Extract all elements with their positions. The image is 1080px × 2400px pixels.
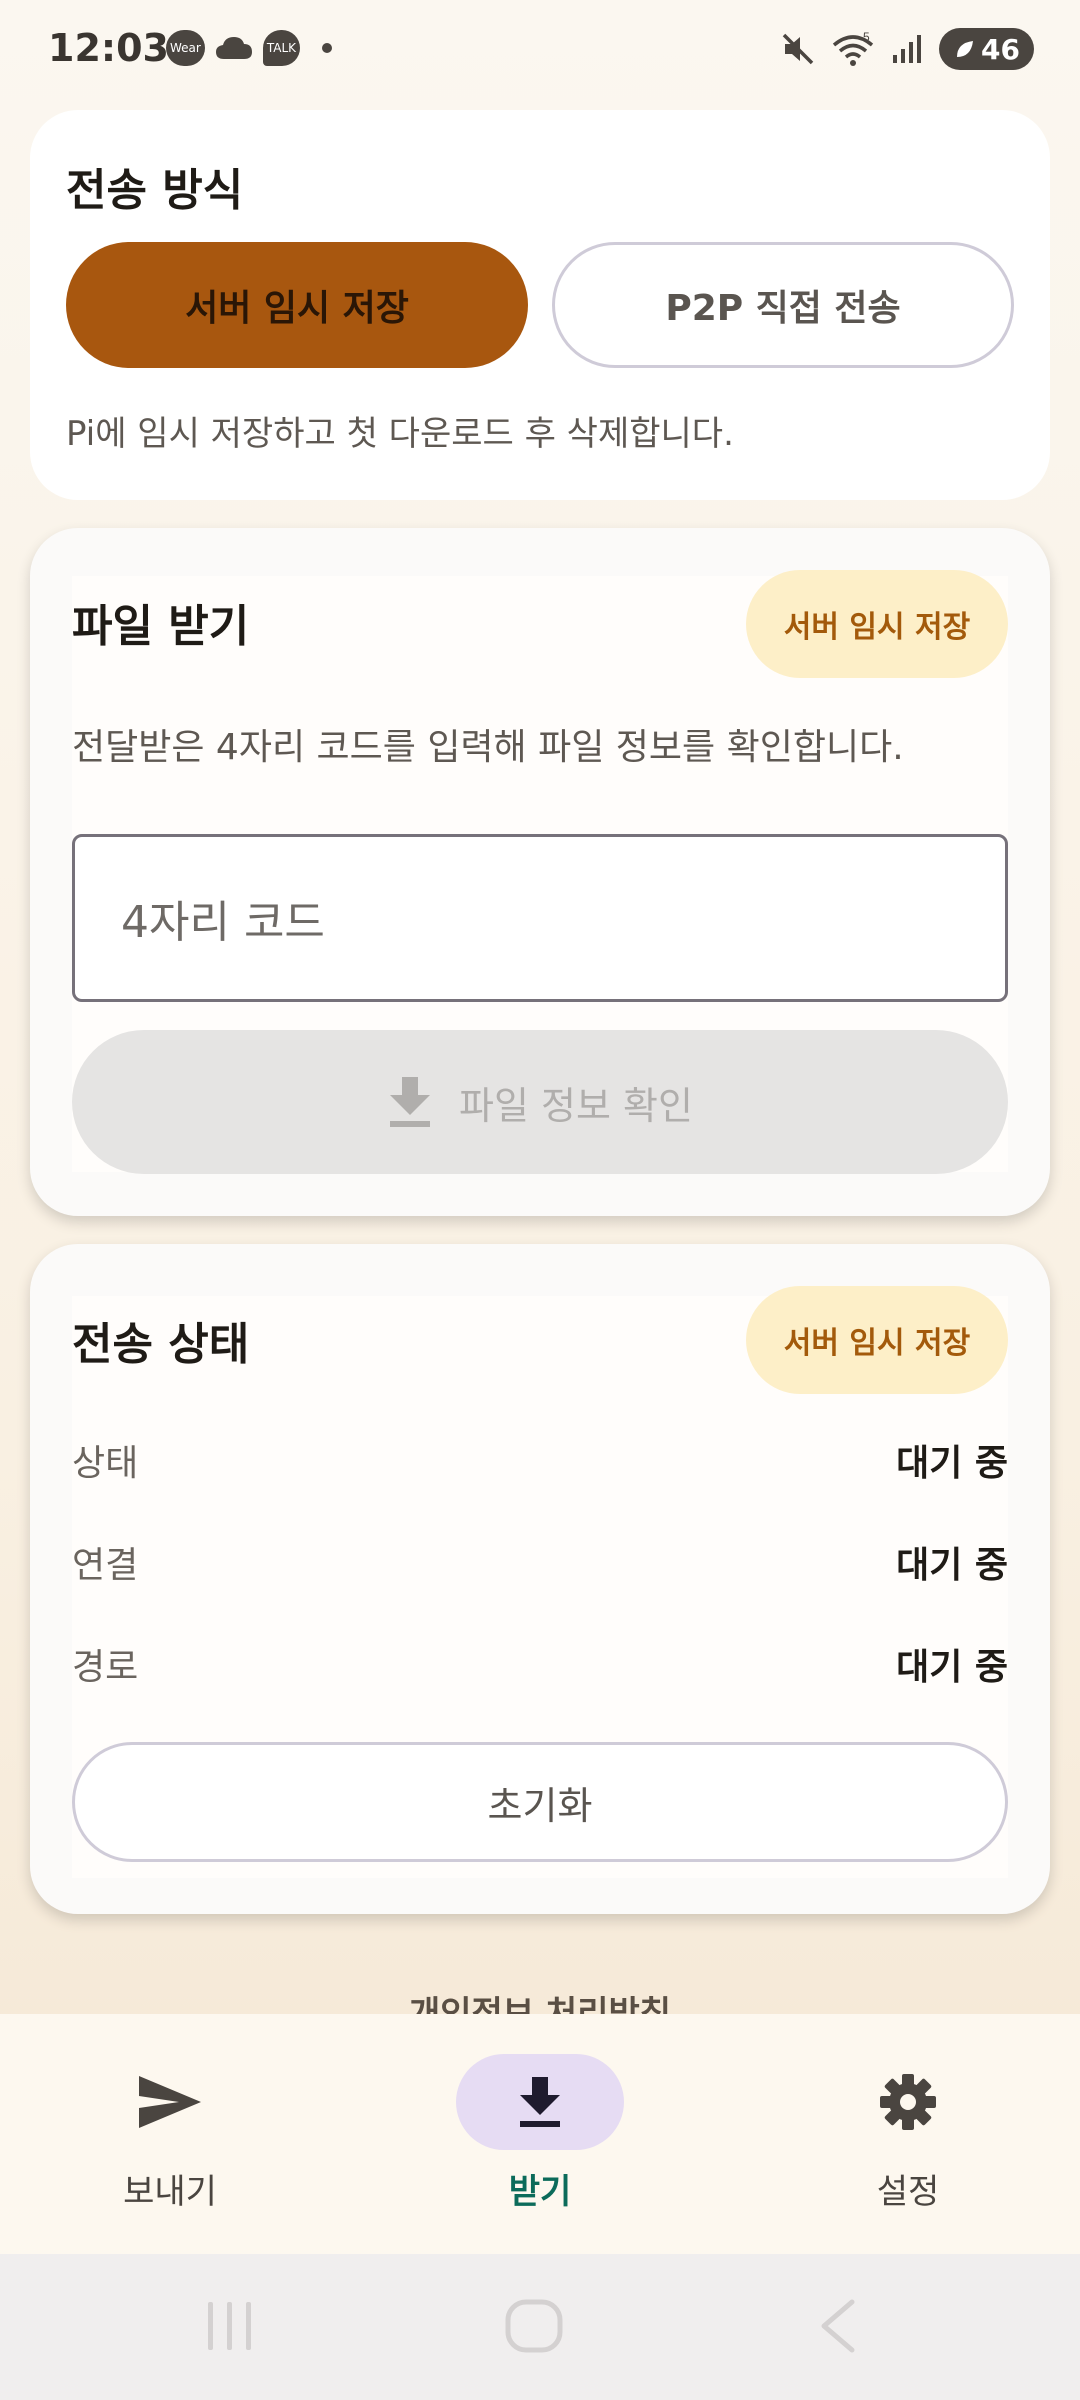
nav-send[interactable]: 보내기 [70,2054,270,2213]
svg-text:5: 5 [863,31,870,44]
status-row-value: 대기 중 [896,1443,1008,1484]
code-input-placeholder: 4자리 코드 [121,897,325,948]
nav-receive-icon-wrap [456,2054,624,2150]
nav-send-label: 보내기 [123,2172,217,2212]
system-icons: 5 46 [781,28,1034,70]
transfer-method-card: 전송 방식 서버 임시 저장 P2P 직접 전송 Pi에 임시 저장하고 첫 다… [30,110,1050,500]
transfer-method-title: 전송 방식 [66,165,244,216]
transfer-status-card: 전송 상태 서버 임시 저장 상태 대기 중 연결 대기 중 경로 대기 중 초… [30,1244,1050,1914]
route-row-value: 대기 중 [896,1647,1008,1688]
notification-icons: Wear TALK [166,30,333,66]
recent-apps-icon[interactable] [204,2298,256,2354]
battery-indicator: 46 [939,28,1034,70]
nav-receive-label: 받기 [508,2172,572,2212]
wifi-icon: 5 [832,31,874,66]
p2p-direct-transfer-button[interactable]: P2P 직접 전송 [552,242,1014,368]
receive-file-description: 전달받은 4자리 코드를 입력해 파일 정보를 확인합니다. [72,727,904,768]
server-temp-storage-button[interactable]: 서버 임시 저장 [66,242,528,368]
nav-receive[interactable]: 받기 [440,2054,640,2213]
download-icon [520,2077,560,2127]
status-bar: 12:03 Wear TALK 5 46 [0,0,1080,100]
status-row-label: 상태 [72,1443,139,1484]
signal-icon [893,35,922,63]
send-icon [139,2076,201,2128]
download-icon [390,1077,431,1127]
status-time: 12:03 [48,26,169,70]
talk-icon: TALK [262,30,301,66]
bottom-navigation: 보내기 받기 설정 [0,2014,1080,2254]
system-navigation-bar [0,2254,1080,2400]
check-file-info-button[interactable]: 파일 정보 확인 [72,1030,1008,1174]
nav-settings-label: 설정 [876,2172,940,2212]
nav-settings-icon-wrap [824,2054,992,2150]
nav-settings[interactable]: 설정 [808,2054,1008,2213]
cloud-icon [215,37,252,59]
battery-level: 46 [981,32,1020,66]
route-row-label: 경로 [72,1647,139,1688]
nav-send-icon-wrap [86,2054,254,2150]
wear-icon: Wear [166,30,205,66]
back-icon[interactable] [816,2298,860,2354]
battery-saver-icon [957,41,974,57]
transfer-method-description: Pi에 임시 저장하고 첫 다운로드 후 삭제합니다. [66,414,734,454]
more-notifications-dot [322,43,333,53]
home-icon[interactable] [504,2298,564,2354]
receive-file-title: 파일 받기 [72,601,250,652]
connection-row-label: 연결 [72,1545,139,1586]
mode-badge: 서버 임시 저장 [746,570,1008,678]
mute-icon [782,33,814,65]
receive-file-card: 파일 받기 서버 임시 저장 전달받은 4자리 코드를 입력해 파일 정보를 확… [30,528,1050,1216]
connection-row-value: 대기 중 [896,1545,1008,1586]
code-input[interactable]: 4자리 코드 [72,834,1008,1002]
transfer-status-title: 전송 상태 [72,1319,250,1370]
gear-icon [880,2074,936,2130]
mode-badge: 서버 임시 저장 [746,1286,1008,1394]
check-file-info-label: 파일 정보 확인 [459,1083,693,1128]
reset-button[interactable]: 초기화 [72,1742,1008,1862]
